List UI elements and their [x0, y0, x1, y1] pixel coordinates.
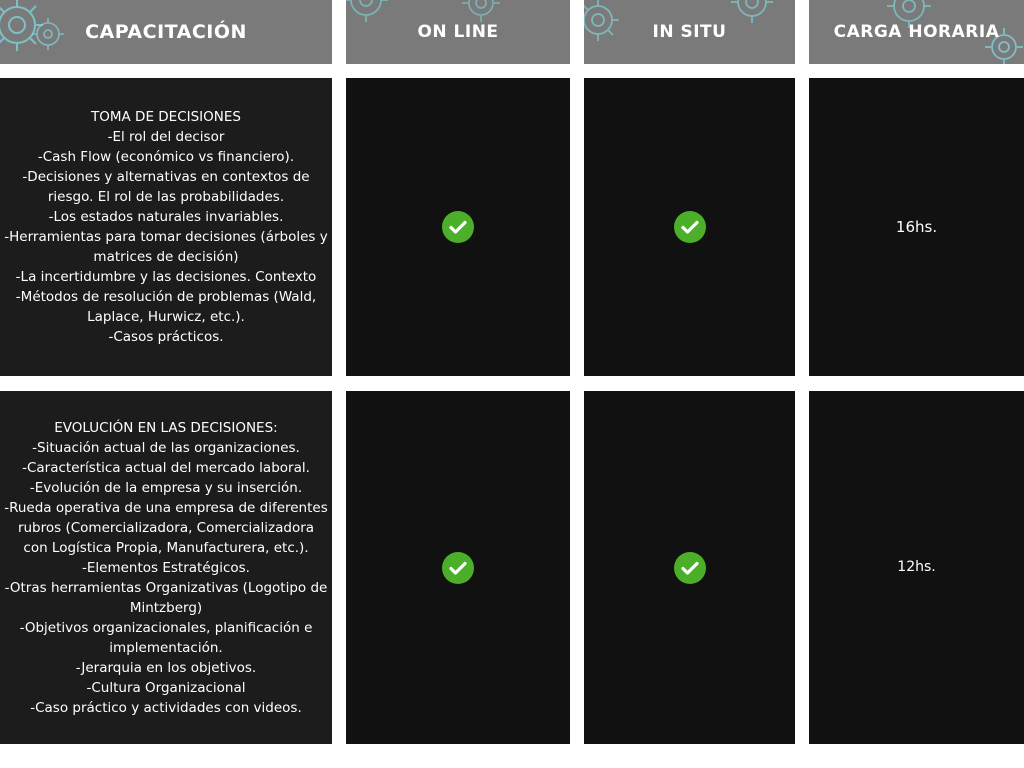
header-carga-label: CARGA HORARIA: [833, 22, 1000, 42]
course-description: EVOLUCIÓN EN LAS DECISIONES: -Situación …: [4, 419, 328, 716]
header-online: ON LINE: [346, 0, 570, 64]
check-circle-icon: [442, 211, 474, 243]
header-online-label: ON LINE: [417, 22, 499, 42]
table-row-2-insitu: [584, 391, 795, 744]
header-capacitacion: CAPACITACIÓN: [0, 0, 332, 64]
gear-icon: [731, 0, 773, 23]
header-insitu: IN SITU: [584, 0, 795, 64]
check-circle-icon: [673, 551, 706, 584]
table-row-1-insitu: [584, 78, 795, 376]
gear-icon: [32, 18, 64, 50]
check-circle-icon: [442, 551, 474, 584]
table-row-1-online: [346, 78, 570, 376]
gear-icon: [584, 0, 619, 41]
gear-icon: [346, 0, 388, 22]
hours-value: 12hs.: [897, 559, 936, 575]
header-carga: CARGA HORARIA: [809, 0, 1024, 64]
table-row-1-hours: 16hs.: [809, 78, 1024, 376]
table-row-1-course: TOMA DE DECISIONES -El rol del decisor -…: [0, 78, 332, 376]
check-circle-icon: [673, 211, 706, 243]
table-row-2-course: EVOLUCIÓN EN LAS DECISIONES: -Situación …: [0, 391, 332, 744]
hours-value: 16hs.: [895, 218, 938, 236]
table-row-2-hours: 12hs.: [809, 391, 1024, 744]
course-description: TOMA DE DECISIONES -El rol del decisor -…: [4, 109, 328, 345]
table-row-2-online: [346, 391, 570, 744]
header-capacitacion-label: CAPACITACIÓN: [85, 21, 247, 43]
header-insitu-label: IN SITU: [652, 22, 727, 42]
